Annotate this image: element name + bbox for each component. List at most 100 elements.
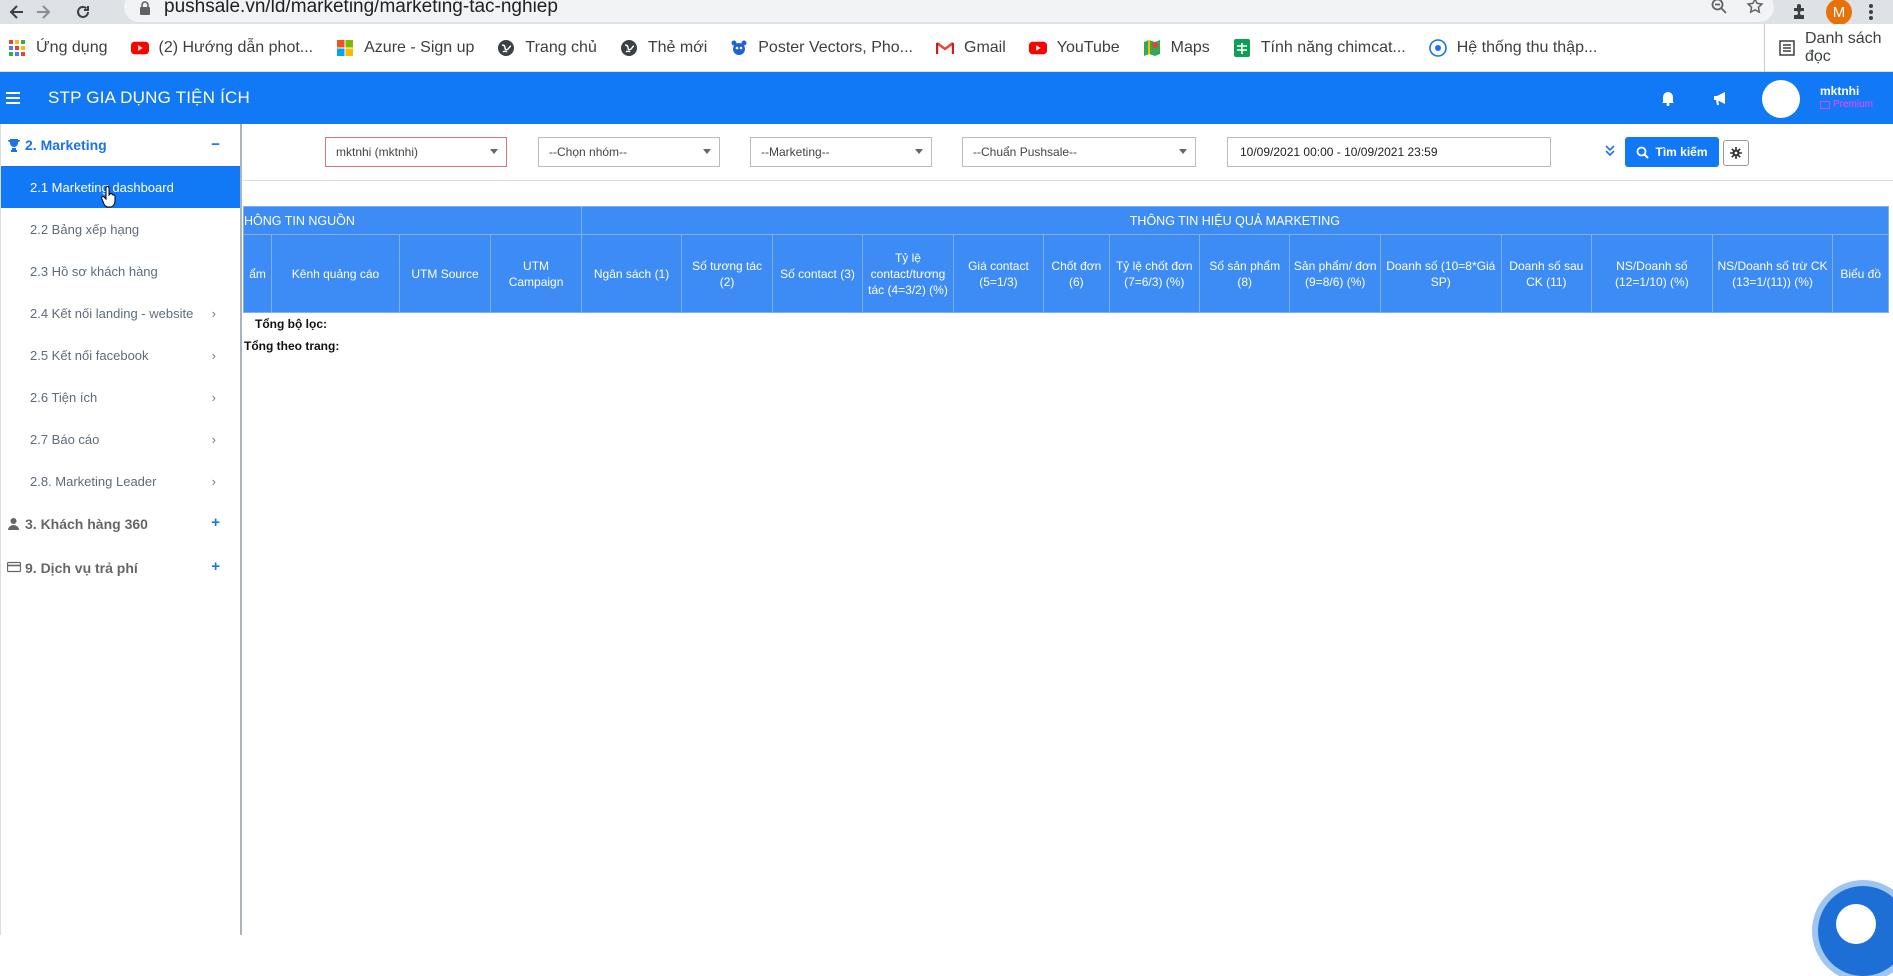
- chat-widget-button[interactable]: [1818, 886, 1893, 976]
- bookmark-gmail[interactable]: Gmail: [936, 39, 1006, 57]
- column-header[interactable]: Chốt đơn (6): [1043, 234, 1110, 313]
- column-header[interactable]: UTM Campaign: [490, 234, 582, 313]
- megaphone-icon[interactable]: [1712, 90, 1730, 106]
- caret-down-icon: [703, 149, 711, 154]
- standard-select[interactable]: --Chuẩn Pushsale--: [962, 137, 1196, 167]
- column-header[interactable]: Doanh số (10=8*Giá SP): [1379, 234, 1502, 313]
- user-select[interactable]: mktnhi (mktnhi): [325, 137, 507, 167]
- column-header[interactable]: Số sản phẩm (8): [1198, 234, 1291, 313]
- app-header: STP GIA DỤNG TIỆN ÍCH mktnhi Premium: [0, 72, 1893, 124]
- column-header[interactable]: Số contact (3): [771, 234, 864, 313]
- column-header[interactable]: NS/Doanh số trừ CK (13=1/(11)) (%): [1711, 234, 1834, 313]
- bookmark-apps[interactable]: Ứng dụng: [8, 39, 108, 57]
- select-value: mktnhi (mktnhi): [336, 145, 419, 159]
- expand-toggle[interactable]: +: [211, 514, 220, 531]
- sidebar-item-utilities[interactable]: 2.6 Tiện ích ›: [1, 376, 240, 418]
- column-header[interactable]: Giá contact (5=1/3): [952, 234, 1045, 313]
- sidebar-item-label: 2.2 Bảng xếp hạng: [30, 221, 140, 237]
- user-info[interactable]: mktnhi Premium: [1820, 84, 1873, 112]
- lock-icon: [138, 0, 152, 15]
- user-name: mktnhi: [1820, 84, 1860, 98]
- sidebar-group-paid-services[interactable]: 9. Dịch vụ trả phí +: [1, 546, 240, 590]
- double-chevron-down-icon[interactable]: [1605, 145, 1615, 157]
- bookmark-maps[interactable]: Maps: [1143, 39, 1210, 57]
- address-bar[interactable]: pushsale.vn/ld/marketing/marketing-tac-n…: [124, 0, 1774, 22]
- collapse-toggle[interactable]: −: [211, 136, 220, 153]
- sidebar-item-label: 2.8. Marketing Leader: [30, 473, 157, 489]
- bookmark-star-icon[interactable]: [1746, 0, 1764, 15]
- user-avatar[interactable]: [1762, 80, 1800, 118]
- group-header-source: HÔNG TIN NGUỒN: [243, 206, 582, 235]
- column-header[interactable]: NS/Doanh số (12=1/10) (%): [1591, 234, 1713, 313]
- bookmark-poster-vectors[interactable]: Poster Vectors, Pho...: [730, 39, 913, 57]
- bookmark-youtube-guide[interactable]: (2) Hướng dẫn phot...: [130, 39, 313, 57]
- hamburger-menu-icon[interactable]: [6, 92, 30, 104]
- caret-down-icon: [1179, 149, 1187, 154]
- kebab-menu-icon[interactable]: [1868, 3, 1874, 21]
- column-header[interactable]: Ngân sách (1): [580, 234, 683, 313]
- marketing-select[interactable]: --Marketing--: [750, 137, 932, 167]
- bookmark-azure[interactable]: Azure - Sign up: [336, 39, 474, 57]
- app-title[interactable]: STP GIA DỤNG TIỆN ÍCH: [48, 88, 250, 108]
- bookmark-collect-system[interactable]: Hệ thống thu thập...: [1428, 38, 1598, 57]
- bookmark-new-tab[interactable]: Thẻ mới: [620, 39, 707, 57]
- bookmark-label: Gmail: [964, 38, 1006, 56]
- bookmark-label: Hệ thống thu thập...: [1456, 38, 1598, 56]
- user-icon: [7, 517, 21, 531]
- reading-list[interactable]: Danh sách đọc: [1764, 24, 1893, 72]
- chevron-right-icon: ›: [211, 348, 216, 363]
- back-arrow-icon[interactable]: [4, 0, 30, 24]
- select-value: --Marketing--: [761, 145, 830, 159]
- sidebar-item-facebook[interactable]: 2.5 Kết nối facebook ›: [1, 334, 240, 376]
- youtube-icon: [130, 39, 149, 57]
- column-header[interactable]: Doanh số sau CK (11): [1500, 234, 1593, 313]
- url-text: pushsale.vn/ld/marketing/marketing-tac-n…: [164, 0, 558, 17]
- bookmark-chimcat[interactable]: Tính năng chimcat...: [1233, 38, 1406, 57]
- bookmark-home[interactable]: Trang chủ: [497, 38, 597, 57]
- profile-avatar[interactable]: M: [1826, 0, 1852, 25]
- sidebar-item-ranking[interactable]: 2.2 Bảng xếp hạng: [1, 208, 240, 250]
- search-icon: [1636, 146, 1650, 159]
- premium-badge-icon: [1820, 101, 1830, 109]
- column-header[interactable]: Tỷ lệ contact/tương tác (4=3/2) (%): [862, 234, 954, 313]
- sidebar-group-customer-360[interactable]: 3. Khách hàng 360 +: [1, 502, 240, 546]
- search-button-label: Tìm kiếm: [1655, 145, 1708, 159]
- hand-cursor-icon: [101, 186, 117, 208]
- column-header[interactable]: Biểu đồ: [1832, 234, 1889, 313]
- sidebar-item-marketing-dashboard[interactable]: 2.1 Marketing dashboard: [1, 166, 240, 208]
- sidebar-item-label: 2.4 Kết nối landing - website: [30, 305, 194, 321]
- column-header[interactable]: Tỷ lệ chốt đơn (7=6/3) (%): [1108, 234, 1201, 313]
- column-header[interactable]: Kênh quảng cáo: [271, 234, 400, 313]
- sidebar-item-label: 2.3 Hồ sơ khách hàng: [30, 263, 158, 279]
- bookmark-label: Trang chủ: [525, 38, 597, 56]
- gear-icon: [1730, 147, 1742, 159]
- sidebar-item-customer-profile[interactable]: 2.3 Hồ sơ khách hàng: [1, 250, 240, 292]
- column-header[interactable]: Sản phẩm/ đơn (9=8/6) (%): [1289, 234, 1381, 313]
- expand-toggle[interactable]: +: [211, 558, 220, 575]
- bookmark-label: Thẻ mới: [647, 38, 708, 56]
- sidebar-item-reports[interactable]: 2.7 Báo cáo ›: [1, 418, 240, 460]
- sidebar-group-marketing[interactable]: 2. Marketing −: [1, 124, 240, 166]
- group-header-marketing: THÔNG TIN HIỆU QUẢ MARKETING: [580, 206, 1890, 235]
- bell-icon[interactable]: [1660, 90, 1676, 106]
- column-header[interactable]: Số tương tác (2): [681, 234, 773, 313]
- reload-icon[interactable]: [70, 0, 96, 24]
- sidebar-item-label: 2.6 Tiện ích: [30, 389, 98, 405]
- settings-button[interactable]: [1723, 140, 1749, 166]
- column-header[interactable]: ẩm: [242, 234, 273, 313]
- microsoft-icon: [336, 39, 354, 57]
- zoom-icon[interactable]: [1710, 0, 1728, 15]
- search-button[interactable]: Tìm kiếm: [1625, 137, 1719, 167]
- group-select[interactable]: --Chọn nhóm--: [538, 137, 720, 167]
- extensions-puzzle-icon[interactable]: [1790, 2, 1810, 22]
- maps-icon: [1143, 39, 1161, 57]
- apps-grid-icon: [8, 39, 26, 57]
- forward-arrow-icon[interactable]: [30, 0, 56, 24]
- sidebar-item-landing-website[interactable]: 2.4 Kết nối landing - website ›: [1, 292, 240, 334]
- sidebar-item-marketing-leader[interactable]: 2.8. Marketing Leader ›: [1, 460, 240, 502]
- bookmark-youtube[interactable]: YouTube: [1028, 39, 1120, 57]
- date-range-input[interactable]: 10/09/2021 00:00 - 10/09/2021 23:59: [1227, 137, 1551, 167]
- sidebar-group-label: 2. Marketing: [25, 137, 107, 153]
- column-header[interactable]: UTM Source: [398, 234, 492, 313]
- bookmark-label: Ứng dụng: [36, 38, 108, 56]
